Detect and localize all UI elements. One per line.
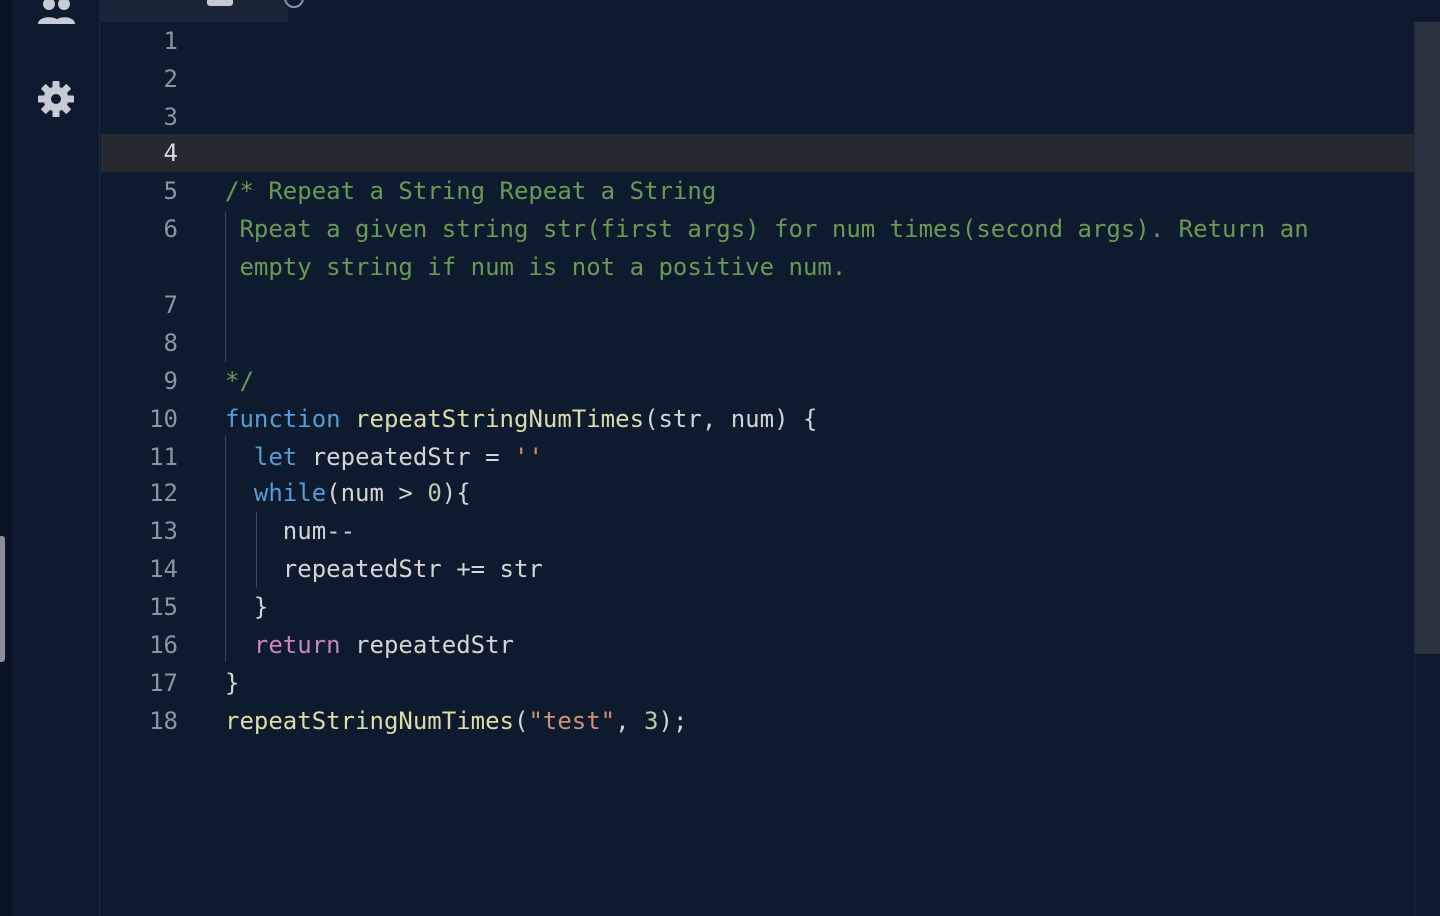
code-token: '': [514, 443, 543, 471]
line-number: 16: [149, 631, 178, 659]
code-line[interactable]: 6 Rpeat a given string str(first args) f…: [101, 210, 1414, 248]
code-token: repeatedStr: [340, 631, 514, 659]
line-code: empty string if num is not a positive nu…: [225, 248, 846, 286]
code-line[interactable]: 1: [101, 22, 1414, 60]
scrollbar-thumb[interactable]: [1415, 22, 1440, 654]
gear-icon[interactable]: [36, 79, 76, 119]
code-line[interactable]: 18 repeatStringNumTimes("test", 3);: [101, 702, 1414, 740]
code-line[interactable]: 9 */: [101, 362, 1414, 400]
line-code: */: [225, 362, 254, 400]
code-line[interactable]: 11 let repeatedStr = '': [101, 438, 1414, 476]
line-code: return repeatedStr: [225, 626, 514, 664]
line-code: /* Repeat a String Repeat a String: [225, 172, 716, 210]
code-token: );: [658, 707, 688, 735]
line-code: }: [225, 588, 268, 626]
line-code: repeatedStr += str: [225, 550, 543, 588]
code-token: 0: [427, 479, 442, 507]
line-number: 5: [163, 177, 178, 205]
code-token: while: [253, 479, 327, 507]
line-number: 1: [163, 27, 178, 55]
line-code: }: [225, 664, 239, 702]
code-line[interactable]: 12 while(num > 0){: [101, 474, 1414, 512]
code-line[interactable]: 2: [101, 60, 1414, 98]
code-line[interactable]: 16 return repeatedStr: [101, 626, 1414, 664]
code-token: empty string if num is not a positive nu…: [225, 253, 847, 281]
code-token: repeatStringNumTimes: [225, 707, 514, 735]
code-token: }: [225, 669, 240, 697]
line-number: 18: [149, 707, 178, 735]
line-number: 13: [149, 517, 178, 545]
active-editor-tab[interactable]: [101, 0, 288, 22]
code-editor-app: 1 2 3 4 5/* Repeat a String Repeat a String 6…: [0, 0, 1440, 916]
code-line[interactable]: 3: [101, 98, 1414, 136]
line-number: 8: [163, 329, 178, 357]
code-token: repeatedStr =: [297, 443, 515, 471]
code-token: */: [225, 367, 254, 395]
code-token: repeatedStr += str: [225, 555, 543, 583]
left-edge-strip: [0, 0, 12, 916]
code-token: (num >: [326, 479, 428, 507]
line-code: function repeatStringNumTimes(str, num) …: [225, 400, 817, 438]
line-code: let repeatedStr = '': [225, 438, 543, 476]
code-token: }: [225, 593, 269, 621]
code-token: num--: [225, 517, 356, 545]
code-line[interactable]: 4: [101, 134, 1414, 172]
line-number: 12: [149, 479, 178, 507]
line-number: 4: [163, 139, 178, 167]
code-token: let: [253, 443, 298, 471]
code-line[interactable]: 15 }: [101, 588, 1414, 626]
code-token: (: [513, 707, 529, 735]
line-number: 7: [163, 291, 178, 319]
code-line[interactable]: 13 num--: [101, 512, 1414, 550]
code-token: ){: [441, 479, 471, 507]
tab-file-icon[interactable]: [207, 0, 233, 6]
line-code: Rpeat a given string str(first args) for…: [225, 210, 1309, 248]
line-number: 9: [163, 367, 178, 395]
line-number: 14: [149, 555, 178, 583]
code-token: "test": [528, 707, 616, 735]
code-token: 3: [644, 707, 659, 735]
line-number: 10: [149, 405, 178, 433]
code-line[interactable]: 17}: [101, 664, 1414, 702]
line-number: 3: [163, 103, 178, 131]
line-number: 11: [149, 443, 178, 471]
panel-resize-handle[interactable]: [0, 536, 5, 662]
code-token: Rpeat a given string str(first args) for…: [225, 215, 1309, 243]
code-line[interactable]: empty string if num is not a positive nu…: [101, 248, 1414, 286]
code-line[interactable]: 14 repeatedStr += str: [101, 550, 1414, 588]
activity-bar: [12, 0, 100, 916]
line-number: 15: [149, 593, 178, 621]
code-editor[interactable]: 1 2 3 4 5/* Repeat a String Repeat a String 6…: [101, 22, 1440, 916]
line-number: 6: [163, 215, 178, 243]
line-code: num--: [225, 512, 355, 550]
users-icon[interactable]: [36, 0, 76, 28]
line-number: 17: [149, 669, 178, 697]
code-line[interactable]: 7: [101, 286, 1414, 324]
code-line[interactable]: 8: [101, 324, 1414, 362]
code-token: repeatStringNumTimes: [355, 405, 645, 433]
code-line[interactable]: 5 /* Repeat a String Repeat a String: [101, 172, 1414, 210]
code-token: ,: [615, 707, 645, 735]
code-token: function: [225, 405, 341, 433]
code-token: (str, num) {: [644, 405, 818, 433]
code-token: /* Repeat a String Repeat a String: [225, 177, 717, 205]
code-line[interactable]: 10 function repeatStringNumTimes(str, num…: [101, 400, 1414, 438]
line-code: while(num > 0){: [225, 474, 471, 512]
code-token: return: [253, 631, 341, 659]
line-code: repeatStringNumTimes("test", 3);: [225, 702, 687, 740]
line-number: 2: [163, 65, 178, 93]
vertical-scrollbar[interactable]: [1414, 22, 1440, 916]
